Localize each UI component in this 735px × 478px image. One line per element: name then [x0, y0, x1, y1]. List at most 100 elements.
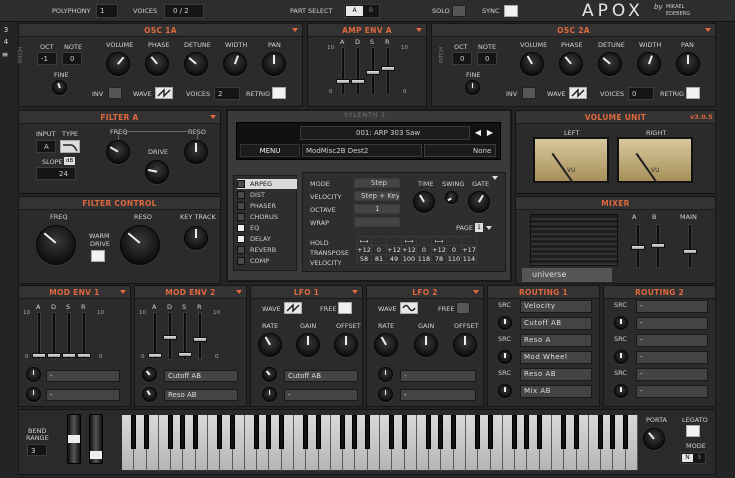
preset-next-icon[interactable]: ▶ — [484, 126, 496, 140]
osc2-retrig-button[interactable] — [686, 87, 700, 99]
osc1-voices-field[interactable]: 2 — [214, 87, 240, 100]
osc2-oct-field[interactable]: 0 — [452, 52, 472, 65]
routing2-amount-knob-3[interactable] — [614, 350, 628, 364]
osc1-phase-knob[interactable] — [145, 52, 169, 76]
osc2-pan-knob[interactable] — [676, 52, 700, 76]
preset-name-field[interactable]: 001: ARP 303 Saw — [300, 126, 470, 140]
lfo2-menu-arrow-icon[interactable] — [473, 290, 479, 294]
osc2-width-knob[interactable] — [637, 52, 661, 76]
osc1-retrig-button[interactable] — [272, 87, 286, 99]
lfo2-offset-knob[interactable] — [453, 333, 477, 357]
arp-velocity-cell[interactable]: 110 — [446, 254, 462, 264]
black-key[interactable] — [598, 415, 604, 449]
lfo1-dest1[interactable]: Cutoff AB — [284, 370, 358, 382]
fx-item-delay[interactable]: DELAY — [237, 234, 297, 244]
polyphony-field[interactable]: 1 — [96, 4, 118, 18]
routing1-row-0[interactable]: Velocity — [520, 300, 592, 313]
black-key[interactable] — [315, 415, 321, 449]
black-key[interactable] — [389, 415, 395, 449]
osc1-volume-knob[interactable] — [106, 52, 130, 76]
mod-env1-a-slider[interactable] — [32, 353, 46, 359]
part-b-button[interactable]: B — [363, 6, 379, 16]
mod-env2-a-slider[interactable] — [148, 353, 162, 359]
bend-range-field[interactable]: 3 — [27, 444, 47, 456]
black-key[interactable] — [131, 415, 137, 449]
routing1-row-1[interactable]: Cutoff AB — [520, 317, 592, 330]
osc2-menu-arrow-icon[interactable] — [705, 28, 711, 32]
black-key[interactable] — [524, 415, 530, 449]
amp-env-s-slider[interactable] — [366, 70, 380, 76]
arp-page-arrow-icon[interactable] — [486, 226, 492, 230]
mod-env1-dest2[interactable]: - — [46, 389, 120, 401]
osc1-fine-knob[interactable] — [52, 80, 67, 95]
amp-env-menu-arrow-icon[interactable] — [416, 28, 422, 32]
preset-prev-icon[interactable]: ◀ — [472, 126, 484, 140]
amp-env-a-slider[interactable] — [336, 78, 350, 84]
arp-transpose-cell[interactable]: +12 — [356, 245, 372, 255]
mod-env2-amount2-knob[interactable] — [142, 387, 157, 402]
black-key[interactable] — [426, 415, 432, 449]
routing2-row-4[interactable]: - — [636, 368, 708, 381]
black-key[interactable] — [475, 415, 481, 449]
mod-env2-dest1[interactable]: Cutoff AB — [164, 370, 238, 382]
black-key[interactable] — [438, 415, 444, 449]
osc1-width-knob[interactable] — [223, 52, 247, 76]
arp-velocity-cell[interactable]: 78 — [431, 254, 447, 264]
black-key[interactable] — [143, 415, 149, 449]
mod-env2-d-slider[interactable] — [163, 335, 177, 341]
fx-checkbox[interactable] — [237, 202, 245, 210]
preset-menu-icon[interactable]: ≡ — [0, 48, 10, 62]
arp-page-field[interactable]: 1 — [475, 223, 483, 232]
osc1-pan-knob[interactable] — [262, 52, 286, 76]
mod-env1-amount2-knob[interactable] — [26, 387, 41, 402]
sync-button[interactable] — [504, 5, 518, 17]
lfo1-dest2[interactable]: - — [284, 389, 358, 401]
black-key[interactable] — [168, 415, 174, 449]
black-key[interactable] — [192, 415, 198, 449]
arp-velocity-cell[interactable]: 114 — [461, 254, 477, 264]
filter-reso-knob[interactable] — [184, 140, 208, 164]
black-key[interactable] — [450, 415, 456, 449]
arp-octave-field[interactable]: 1 — [354, 204, 400, 214]
mode-n-button[interactable]: N — [682, 454, 693, 462]
mixer-slider-1[interactable] — [651, 243, 665, 248]
arp-velocity-cell[interactable]: 118 — [416, 254, 432, 264]
lfo1-amount2-knob[interactable] — [262, 387, 277, 402]
lfo2-dest2[interactable]: - — [400, 389, 476, 401]
arp-hold-cell[interactable] — [446, 236, 462, 246]
mod-env2-r-slider[interactable] — [193, 337, 207, 343]
osc2-volume-knob[interactable] — [520, 52, 544, 76]
lfo1-rate-knob[interactable] — [258, 333, 282, 357]
fc-freq-knob[interactable] — [36, 225, 76, 265]
arp-hold-cell[interactable]: ⟼ — [431, 236, 447, 246]
routing2-row-5[interactable]: - — [636, 385, 708, 398]
fx-checkbox[interactable] — [237, 246, 245, 254]
fx-item-dist[interactable]: DIST — [237, 190, 297, 200]
mod-env1-menu-arrow-icon[interactable] — [120, 290, 126, 294]
black-key[interactable] — [180, 415, 186, 449]
fx-item-arpeg[interactable]: ARPEG — [237, 179, 297, 189]
osc2-detune-knob[interactable] — [598, 52, 622, 76]
osc1-note-field[interactable]: 0 — [62, 52, 82, 65]
mod-env2-menu-arrow-icon[interactable] — [236, 290, 242, 294]
black-key[interactable] — [401, 415, 407, 449]
legato-button[interactable] — [686, 425, 700, 437]
mod-env2-s-slider[interactable] — [178, 351, 192, 357]
lfo2-gain-knob[interactable] — [414, 333, 438, 357]
arp-hold-cell[interactable] — [416, 236, 432, 246]
category-field[interactable]: None — [424, 144, 496, 157]
filter-drive-knob[interactable] — [145, 160, 169, 184]
menu-button[interactable]: MENU — [240, 144, 300, 157]
black-key[interactable] — [610, 415, 616, 449]
arp-hold-cell[interactable]: ⟼ — [401, 236, 417, 246]
routing2-row-1[interactable]: - — [636, 317, 708, 330]
routing1-amount-knob-5[interactable] — [498, 384, 512, 398]
pitch-bend-wheel[interactable] — [67, 414, 81, 464]
arp-time-knob[interactable] — [413, 191, 435, 213]
black-key[interactable] — [512, 415, 518, 449]
lfo2-free-button[interactable] — [456, 302, 470, 314]
arp-transpose-cell[interactable]: +17 — [461, 245, 477, 255]
arp-menu-arrow-icon[interactable] — [492, 176, 498, 180]
black-key[interactable] — [573, 415, 579, 449]
black-key[interactable] — [217, 415, 223, 449]
